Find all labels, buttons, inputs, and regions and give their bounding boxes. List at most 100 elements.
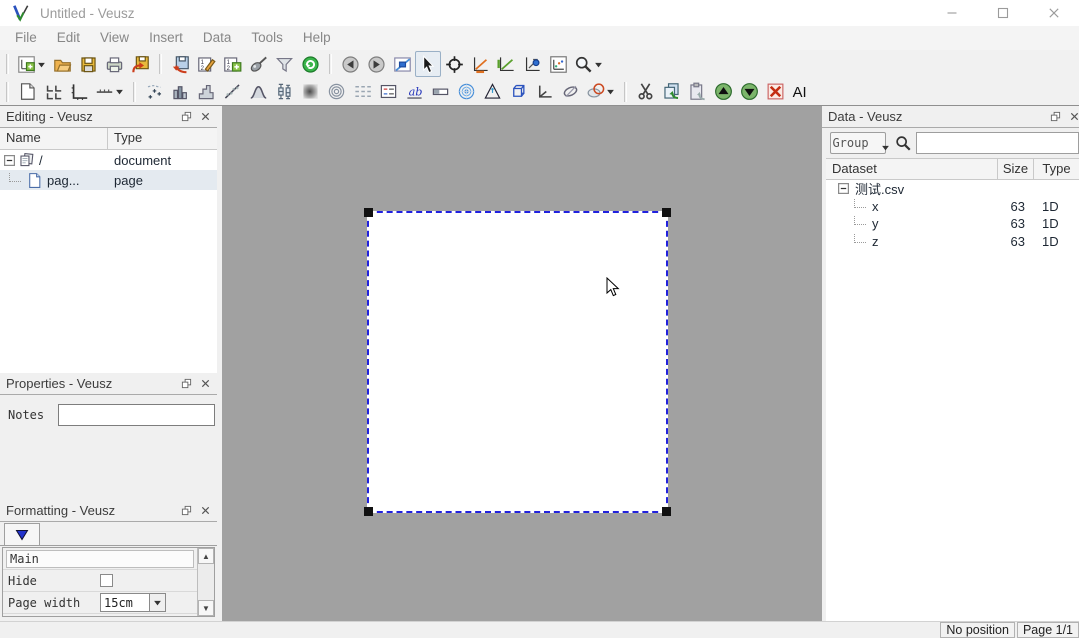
chevron-down-icon[interactable]: [594, 60, 603, 69]
add-boxplot-button[interactable]: [271, 79, 297, 105]
zoom-into-graph-button[interactable]: [389, 51, 415, 77]
add-key-button[interactable]: [375, 79, 401, 105]
add-page-button[interactable]: [14, 79, 40, 105]
add-polar-button[interactable]: [453, 79, 479, 105]
move-down-widget-button[interactable]: [736, 79, 762, 105]
rename-widget-button[interactable]: AI: [788, 79, 814, 105]
float-panel-icon[interactable]: [178, 109, 194, 125]
page-widget[interactable]: [367, 211, 668, 513]
page-width-combobox[interactable]: 15cm: [100, 593, 166, 612]
copy-widget-button[interactable]: [658, 79, 684, 105]
paste-widget-button[interactable]: [684, 79, 710, 105]
group-dropdown[interactable]: Group: [830, 132, 886, 154]
chevron-down-icon[interactable]: [37, 60, 46, 69]
add-grid-button[interactable]: [40, 79, 66, 105]
next-page-button[interactable]: [363, 51, 389, 77]
formatting-scrollbar[interactable]: ▲ ▼: [197, 548, 214, 616]
menu-data[interactable]: Data: [193, 26, 242, 50]
add-label-button[interactable]: ab: [401, 79, 427, 105]
chevron-down-icon[interactable]: [149, 594, 165, 611]
add-axis-menu-button[interactable]: [92, 79, 127, 105]
print-document-button[interactable]: [101, 51, 127, 77]
maximize-button[interactable]: [977, 0, 1028, 26]
tree-row-document[interactable]: /document: [0, 150, 217, 170]
add-ternary-button[interactable]: [479, 79, 505, 105]
float-panel-icon[interactable]: [178, 503, 194, 519]
hide-checkbox[interactable]: [100, 574, 113, 587]
export-document-button[interactable]: [127, 51, 153, 77]
zoom-menu-button[interactable]: [571, 51, 606, 77]
column-header-name[interactable]: Name: [0, 128, 108, 149]
close-panel-icon[interactable]: [197, 109, 213, 125]
save-document-button[interactable]: [75, 51, 101, 77]
column-header-type[interactable]: Type: [1034, 159, 1079, 179]
chevron-down-icon[interactable]: [115, 87, 124, 96]
add-colorbar-button[interactable]: [427, 79, 453, 105]
dataset-search-input[interactable]: [916, 132, 1079, 154]
column-header-size[interactable]: Size: [998, 159, 1034, 179]
open-document-button[interactable]: [49, 51, 75, 77]
chevron-down-icon[interactable]: [606, 87, 615, 96]
column-header-type[interactable]: Type: [108, 128, 217, 149]
scroll-up-icon[interactable]: ▲: [198, 548, 214, 564]
expand-minus-icon[interactable]: [838, 183, 849, 194]
reload-data-button[interactable]: [297, 51, 323, 77]
new-document-button[interactable]: [14, 51, 49, 77]
column-header-dataset[interactable]: Dataset: [826, 159, 998, 179]
scroll-down-icon[interactable]: ▼: [198, 600, 214, 616]
add-xy-button[interactable]: [141, 79, 167, 105]
resize-handle-bottom-left[interactable]: [364, 507, 373, 516]
add-covariance-button[interactable]: [557, 79, 583, 105]
create-data-button[interactable]: 12: [219, 51, 245, 77]
view-whole-plot-button[interactable]: [545, 51, 571, 77]
resize-handle-top-right[interactable]: [662, 208, 671, 217]
dataset-row-y[interactable]: y631D: [826, 215, 1079, 233]
move-up-widget-button[interactable]: [710, 79, 736, 105]
add-contour-button[interactable]: [323, 79, 349, 105]
dataset-row-x[interactable]: x631D: [826, 198, 1079, 216]
add-axis-button[interactable]: [66, 79, 92, 105]
menu-help[interactable]: Help: [293, 26, 341, 50]
read-data-points-button[interactable]: [441, 51, 467, 77]
add-histogram-button[interactable]: [193, 79, 219, 105]
close-panel-icon[interactable]: [1066, 109, 1079, 125]
dataset-row-z[interactable]: z631D: [826, 233, 1079, 251]
dataset-row-file[interactable]: 测试.csv: [826, 180, 1079, 198]
tab-main-formatting[interactable]: [4, 523, 40, 545]
select-items-button[interactable]: [415, 51, 441, 77]
recenter-graph-button[interactable]: [519, 51, 545, 77]
add-function-button[interactable]: [245, 79, 271, 105]
menu-insert[interactable]: Insert: [139, 26, 193, 50]
cut-widget-button[interactable]: [632, 79, 658, 105]
tree-row-page[interactable]: pag...page: [0, 170, 217, 190]
float-panel-icon[interactable]: [1047, 109, 1063, 125]
float-panel-icon[interactable]: [178, 376, 194, 392]
plot-canvas[interactable]: [222, 106, 822, 621]
delete-widget-button[interactable]: [762, 79, 788, 105]
add-3d-axis-button[interactable]: [531, 79, 557, 105]
previous-page-button[interactable]: [337, 51, 363, 77]
close-button[interactable]: [1028, 0, 1079, 26]
add-fit-button[interactable]: [219, 79, 245, 105]
resize-handle-bottom-right[interactable]: [662, 507, 671, 516]
expand-minus-icon[interactable]: [4, 155, 15, 166]
import-data-button[interactable]: [167, 51, 193, 77]
menu-tools[interactable]: Tools: [241, 26, 293, 50]
menu-file[interactable]: File: [5, 26, 47, 50]
menu-view[interactable]: View: [90, 26, 139, 50]
add-bar-chart-button[interactable]: [167, 79, 193, 105]
notes-input[interactable]: [58, 404, 215, 426]
minimize-button[interactable]: [926, 0, 977, 26]
add-image-button[interactable]: [297, 79, 323, 105]
close-panel-icon[interactable]: [197, 503, 213, 519]
add-vector-field-button[interactable]: [349, 79, 375, 105]
capture-data-button[interactable]: [245, 51, 271, 77]
zoom-x-axis-button[interactable]: [467, 51, 493, 77]
add-shape-menu-button[interactable]: [583, 79, 618, 105]
zoom-y-axis-button[interactable]: [493, 51, 519, 77]
edit-data-button[interactable]: 12: [193, 51, 219, 77]
add-3d-scene-button[interactable]: [505, 79, 531, 105]
close-panel-icon[interactable]: [197, 376, 213, 392]
resize-handle-top-left[interactable]: [364, 208, 373, 217]
menu-edit[interactable]: Edit: [47, 26, 90, 50]
